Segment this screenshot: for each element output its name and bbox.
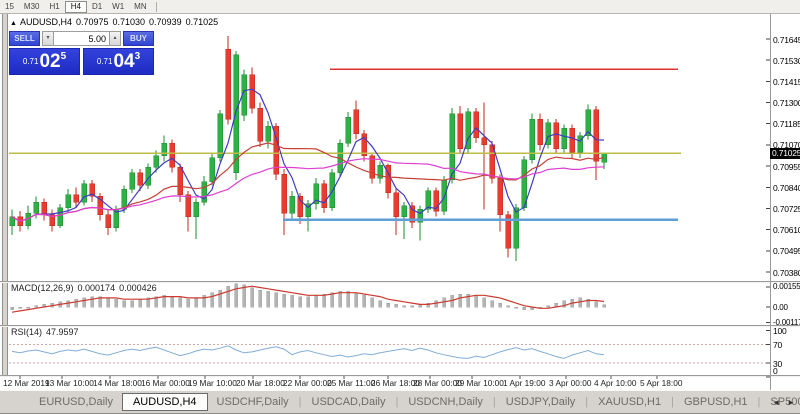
sell-price-sup: 5	[61, 51, 67, 62]
macd-axis-label: 0.00	[773, 303, 800, 312]
timeframe-button-m30[interactable]: M30	[19, 1, 45, 13]
macd-name: MACD(12,26,9)	[11, 283, 74, 293]
svg-text:19 Mar 10:00: 19 Mar 10:00	[188, 378, 237, 388]
tab-scroll-right-icon[interactable]: ►	[787, 398, 795, 407]
volume-input[interactable]	[54, 31, 109, 46]
buy-price-box[interactable]: 0.71 04 3	[83, 48, 154, 75]
tab-separator: |	[493, 396, 496, 408]
sell-price-box[interactable]: 0.71 02 5	[9, 48, 80, 75]
timeframe-button-h1[interactable]: H1	[44, 1, 64, 13]
one-click-trade-panel: SELL ▾ ▴ BUY 0.71 02 5 0.71 04 3	[9, 31, 154, 75]
price-axis-label: 0.70610	[773, 225, 800, 235]
sell-price-prefix: 0.71	[23, 57, 39, 66]
svg-text:22 Mar 00:00: 22 Mar 00:00	[283, 378, 332, 388]
rsi-axis-label: 0	[773, 366, 800, 376]
tab-separator: |	[758, 396, 761, 408]
mt4-window: 15M30H1H4D1W1MN 12 Mar 201913 Mar 10:001…	[0, 0, 800, 414]
svg-text:16 Mar 00:00: 16 Mar 00:00	[141, 378, 190, 388]
chart-header: ▲AUDUSD,H4 0.70975 0.710300.70939 0.71025	[10, 17, 222, 27]
macd-value-2: 0.000426	[119, 283, 157, 293]
current-price-badge: 0.71025	[770, 148, 800, 159]
svg-text:3 Apr 00:00: 3 Apr 00:00	[549, 378, 592, 388]
volume-increase-button[interactable]: ▴	[109, 31, 121, 46]
volume-decrease-button[interactable]: ▾	[42, 31, 54, 46]
ohlc-low: 0.70939	[149, 17, 182, 27]
tab-xauusd-h1[interactable]: XAUUSD,H1	[589, 394, 670, 410]
timeframe-button-w1[interactable]: W1	[107, 1, 129, 13]
svg-text:12 Mar 2019: 12 Mar 2019	[3, 378, 50, 388]
rsi-axis-label: 70	[773, 340, 800, 350]
svg-text:13 Mar 10:00: 13 Mar 10:00	[45, 378, 94, 388]
ohlc-high: 0.71030	[113, 17, 146, 27]
timeframe-button-mn[interactable]: MN	[129, 1, 151, 13]
rsi-axis-label: 100	[773, 326, 800, 336]
rsi-name: RSI(14)	[11, 327, 42, 337]
price-axis-label: 0.70495	[773, 246, 800, 256]
rsi-label: RSI(14) 47.9597	[11, 327, 83, 337]
svg-text:29 Mar 10:00: 29 Mar 10:00	[455, 378, 504, 388]
chart-symbol: AUDUSD,H4	[20, 17, 72, 27]
buy-price-sup: 3	[135, 51, 141, 62]
tab-separator: |	[299, 396, 302, 408]
price-axis-label: 0.71530	[773, 56, 800, 66]
trade-panel-row: SELL ▾ ▴ BUY	[9, 31, 154, 46]
price-axis-label: 0.71300	[773, 98, 800, 108]
tab-eurusd-daily[interactable]: EURUSD,Daily	[30, 394, 122, 410]
collapse-icon[interactable]: ▲	[10, 20, 17, 27]
timeframe-toolbar: 15M30H1H4D1W1MN	[0, 0, 800, 14]
tab-usdjpy-daily[interactable]: USDJPY,Daily	[497, 394, 585, 410]
tab-audusd-h4[interactable]: AUDUSD,H4	[122, 393, 208, 411]
tab-gbpusd-h1[interactable]: GBPUSD,H1	[675, 394, 757, 410]
trade-price-row: 0.71 02 5 0.71 04 3	[9, 48, 154, 75]
price-axis-label: 0.71185	[773, 119, 800, 129]
tab-usdchf-daily[interactable]: USDCHF,Daily	[208, 394, 298, 410]
price-axis-label: 0.71645	[773, 35, 800, 45]
svg-text:1 Apr 19:00: 1 Apr 19:00	[503, 378, 546, 388]
timeframe-button-d1[interactable]: D1	[87, 1, 107, 13]
buy-price-big: 04	[113, 52, 134, 71]
tab-usdcnh-daily[interactable]: USDCNH,Daily	[399, 394, 492, 410]
svg-text:14 Mar 18:00: 14 Mar 18:00	[93, 378, 142, 388]
tab-separator: |	[671, 396, 674, 408]
timeframe-button-15[interactable]: 15	[0, 1, 19, 13]
tab-scroll-left-icon[interactable]: ◄	[772, 398, 780, 407]
price-axis-label: 0.70840	[773, 183, 800, 193]
rsi-value: 47.9597	[46, 327, 79, 337]
price-axis-label: 0.70725	[773, 204, 800, 214]
svg-text:4 Apr 10:00: 4 Apr 10:00	[594, 378, 637, 388]
macd-value-1: 0.000174	[78, 283, 116, 293]
macd-label: MACD(12,26,9) 0.0001740.000426	[11, 283, 161, 293]
tab-separator: |	[396, 396, 399, 408]
chart-tab-bar: EURUSD,DailyAUDUSD,H4USDCHF,Daily|USDCAD…	[0, 390, 800, 414]
price-axis-label: 0.70380	[773, 268, 800, 278]
ohlc-close: 0.71025	[186, 17, 219, 27]
buy-price-prefix: 0.71	[97, 57, 113, 66]
tab-usdcad-daily[interactable]: USDCAD,Daily	[303, 394, 395, 410]
svg-text:20 Mar 18:00: 20 Mar 18:00	[236, 378, 285, 388]
toolbar-separator	[156, 2, 157, 12]
ohlc-open: 0.70975	[76, 17, 109, 27]
price-axis-label: 0.71415	[773, 77, 800, 87]
chart-window: 12 Mar 201913 Mar 10:0014 Mar 18:0016 Ma…	[0, 14, 800, 390]
buy-button[interactable]: BUY	[123, 31, 154, 46]
svg-text:25 Mar 11:00: 25 Mar 11:00	[327, 378, 376, 388]
svg-text:5 Apr 18:00: 5 Apr 18:00	[640, 378, 683, 388]
timeframe-button-h4[interactable]: H4	[65, 1, 87, 13]
tab-separator: |	[585, 396, 588, 408]
price-axis-label: 0.70955	[773, 162, 800, 172]
macd-axis-label: 0.001555	[773, 282, 800, 291]
chart-tabs: EURUSD,DailyAUDUSD,H4USDCHF,Daily|USDCAD…	[30, 393, 800, 411]
tab-scroll-arrows: ◄ ►	[772, 398, 795, 407]
sell-price-big: 02	[39, 52, 60, 71]
sell-button[interactable]: SELL	[9, 31, 40, 46]
